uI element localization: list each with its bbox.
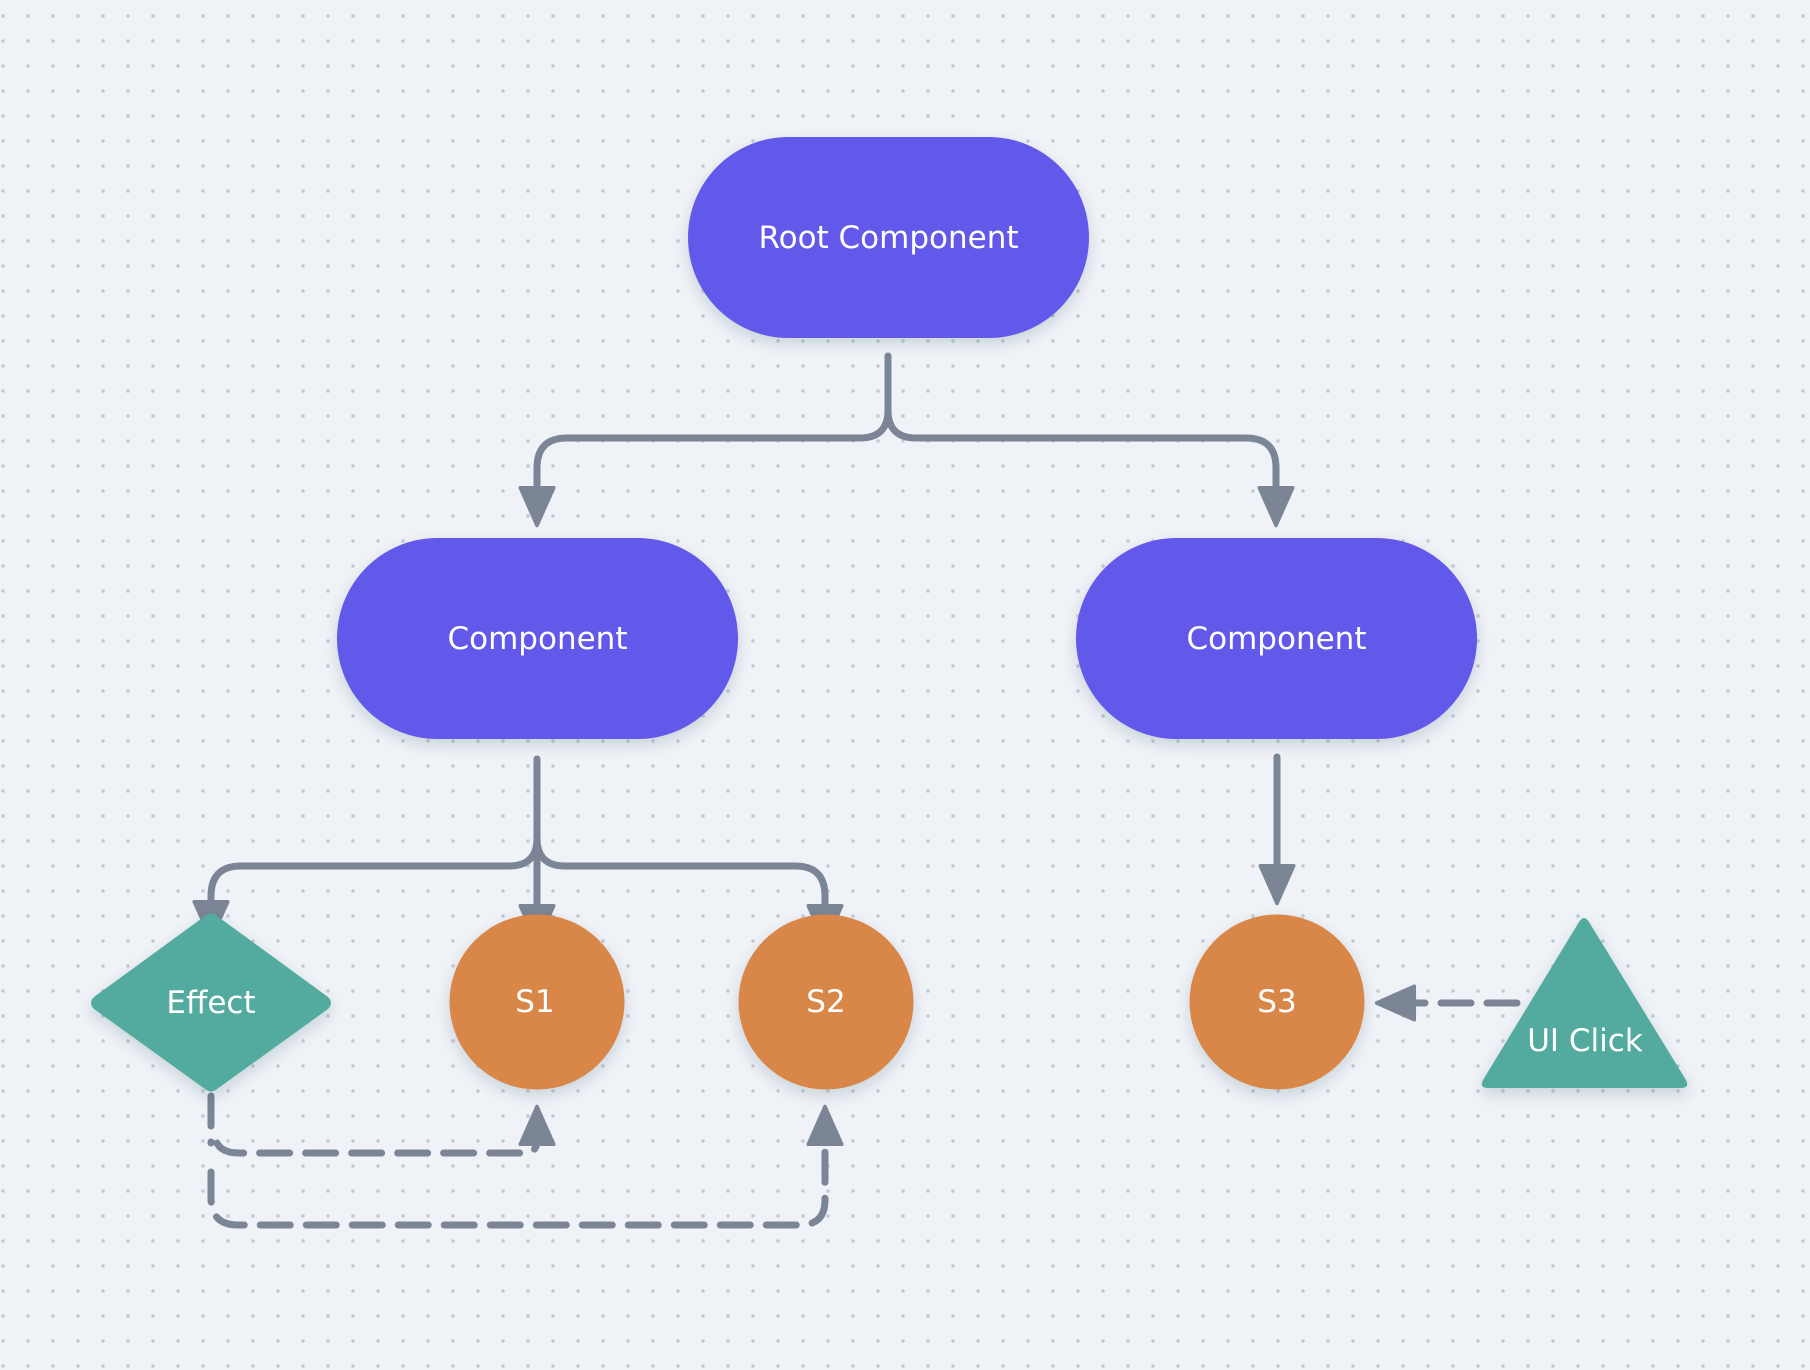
- diagram-canvas: Root Component Component Component Effec…: [91, 137, 1688, 1229]
- root-component-label: Root Component: [758, 220, 1018, 256]
- component-left-label: Component: [448, 621, 628, 657]
- node-s3[interactable]: S3: [1189, 914, 1365, 1090]
- node-s2[interactable]: S2: [738, 914, 914, 1090]
- connectors: [192, 352, 1521, 1229]
- effect-label: Effect: [166, 985, 255, 1021]
- edge-effect-to-s1[interactable]: [207, 1092, 537, 1157]
- edge-effect-to-s2[interactable]: [207, 1104, 844, 1229]
- node-effect[interactable]: Effect: [91, 913, 331, 1092]
- node-root-component[interactable]: Root Component: [688, 137, 1089, 338]
- node-component-right[interactable]: Component: [1076, 538, 1477, 739]
- edge-component-left-to-effect[interactable]: [192, 755, 541, 942]
- s3-label: S3: [1257, 984, 1296, 1020]
- edge-root-to-component-left[interactable]: [518, 352, 892, 528]
- node-s1[interactable]: S1: [449, 914, 625, 1090]
- edge-root-to-component-right[interactable]: [884, 406, 1295, 528]
- edge-component-left-to-s2[interactable]: [533, 834, 844, 946]
- s2-label: S2: [806, 984, 845, 1020]
- component-right-label: Component: [1187, 621, 1367, 657]
- ui-click-label: UI Click: [1527, 1023, 1643, 1059]
- s1-label: S1: [515, 984, 554, 1020]
- node-component-left[interactable]: Component: [337, 538, 738, 739]
